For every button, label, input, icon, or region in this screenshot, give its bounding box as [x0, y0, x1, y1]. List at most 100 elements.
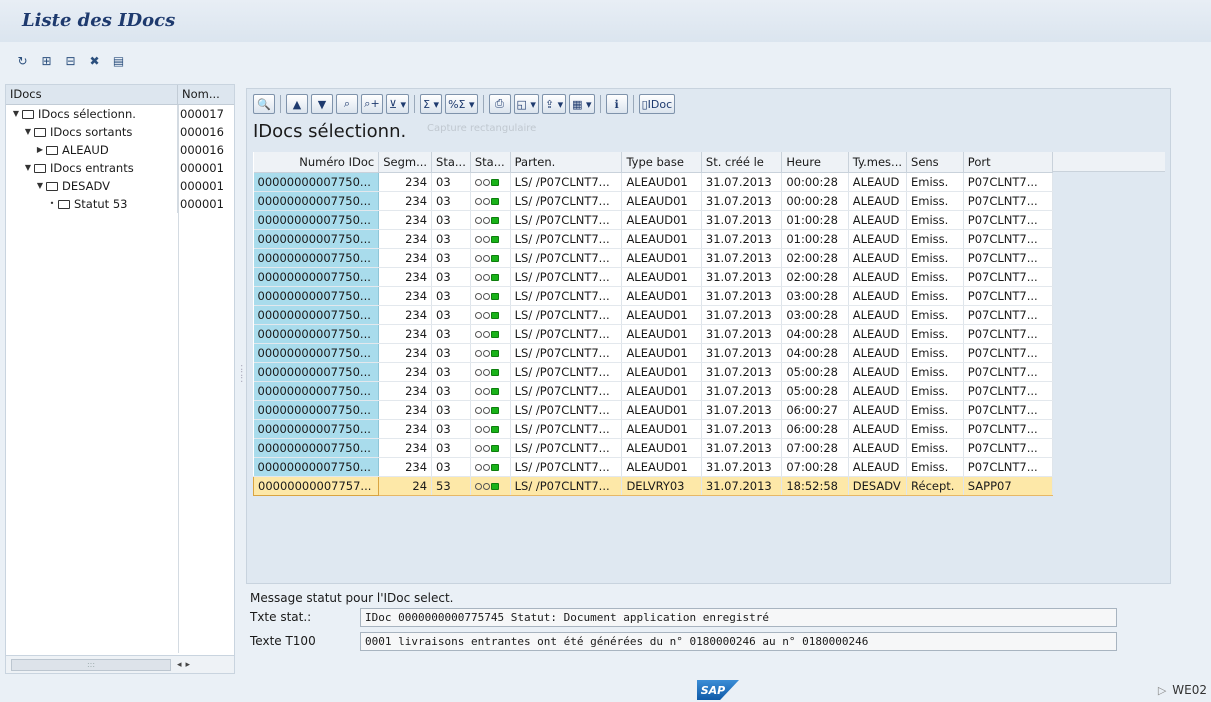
- cell-basic-type[interactable]: ALEAUD01: [621, 248, 702, 268]
- cell-direction[interactable]: Emiss.: [906, 400, 964, 420]
- filter-button[interactable]: ⊻ ▾: [386, 94, 410, 114]
- cell-status[interactable]: 03: [431, 210, 471, 230]
- cell-partner[interactable]: LS/ /P07CLNT7...: [510, 305, 623, 325]
- details-icon[interactable]: ▤: [110, 53, 127, 69]
- cell-status-light[interactable]: [470, 381, 511, 401]
- cell-status[interactable]: 03: [431, 457, 471, 477]
- cell-created-on[interactable]: 31.07.2013: [701, 191, 783, 211]
- cell-created-on[interactable]: 31.07.2013: [701, 267, 783, 287]
- details-button[interactable]: 🔍: [253, 94, 275, 114]
- print-button[interactable]: ⎙: [488, 94, 511, 114]
- cell-time[interactable]: 07:00:28: [781, 457, 849, 477]
- col-segments[interactable]: Segm...: [378, 152, 433, 173]
- caret-down-icon[interactable]: ▼: [34, 177, 46, 195]
- cell-status-light[interactable]: [470, 457, 511, 477]
- panel-splitter[interactable]: :::: [240, 363, 243, 385]
- idoc-button[interactable]: ▯ IDoc: [638, 94, 676, 114]
- cell-status[interactable]: 03: [431, 438, 471, 458]
- caret-down-icon[interactable]: ▼: [22, 123, 34, 141]
- cell-port[interactable]: P07CLNT7...: [963, 324, 1054, 344]
- table-row[interactable]: 00000000007750... 234 03 LS/ /P07CLNT7... AL…: [253, 400, 1054, 420]
- cell-message-type[interactable]: ALEAUD: [848, 305, 908, 325]
- cell-direction[interactable]: Emiss.: [906, 305, 964, 325]
- cell-partner[interactable]: LS/ /P07CLNT7...: [510, 457, 623, 477]
- table-row[interactable]: 00000000007750... 234 03 LS/ /P07CLNT7... AL…: [253, 305, 1054, 325]
- caret-down-icon[interactable]: ▼: [10, 105, 22, 123]
- cell-created-on[interactable]: 31.07.2013: [701, 324, 783, 344]
- cell-idoc-number[interactable]: 00000000007750...: [253, 400, 380, 420]
- table-row[interactable]: 00000000007750... 234 03 LS/ /P07CLNT7... AL…: [253, 438, 1054, 458]
- cell-time[interactable]: 18:52:58: [781, 476, 849, 496]
- cell-time[interactable]: 05:00:28: [781, 381, 849, 401]
- cell-port[interactable]: P07CLNT7...: [963, 267, 1054, 287]
- cell-message-type[interactable]: ALEAUD: [848, 210, 908, 230]
- collapse-all-icon[interactable]: ⊟: [62, 53, 79, 69]
- cell-direction[interactable]: Emiss.: [906, 172, 964, 192]
- cell-time[interactable]: 03:00:28: [781, 305, 849, 325]
- cell-segments[interactable]: 234: [378, 267, 433, 287]
- cell-direction[interactable]: Emiss.: [906, 438, 964, 458]
- cell-created-on[interactable]: 31.07.2013: [701, 210, 783, 230]
- cell-direction[interactable]: Emiss.: [906, 210, 964, 230]
- cell-idoc-number[interactable]: 00000000007757...: [252, 475, 380, 496]
- cell-port[interactable]: P07CLNT7...: [963, 362, 1054, 382]
- col-message-type[interactable]: Ty.mes...: [848, 152, 908, 173]
- cell-message-type[interactable]: ALEAUD: [848, 343, 908, 363]
- cell-basic-type[interactable]: ALEAUD01: [621, 286, 702, 306]
- play-icon[interactable]: ▷: [1158, 684, 1166, 697]
- cell-status-light[interactable]: [470, 362, 511, 382]
- tree-node[interactable]: ▼ DESADV 000001: [6, 177, 234, 195]
- cell-time[interactable]: 06:00:28: [781, 419, 849, 439]
- delete-icon[interactable]: ✖: [86, 53, 103, 69]
- cell-message-type[interactable]: ALEAUD: [848, 286, 908, 306]
- cell-direction[interactable]: Emiss.: [906, 191, 964, 211]
- cell-status[interactable]: 53: [431, 476, 471, 496]
- cell-partner[interactable]: LS/ /P07CLNT7...: [510, 381, 623, 401]
- cell-port[interactable]: P07CLNT7...: [963, 286, 1054, 306]
- cell-status[interactable]: 03: [431, 172, 471, 192]
- cell-status[interactable]: 03: [431, 324, 471, 344]
- cell-segments[interactable]: 234: [378, 172, 433, 192]
- cell-created-on[interactable]: 31.07.2013: [701, 457, 783, 477]
- cell-segments[interactable]: 24: [378, 476, 433, 496]
- cell-basic-type[interactable]: DELVRY03: [621, 476, 702, 496]
- cell-time[interactable]: 04:00:28: [781, 343, 849, 363]
- col-partner[interactable]: Parten.: [510, 152, 623, 173]
- cell-created-on[interactable]: 31.07.2013: [701, 343, 783, 363]
- tree-node[interactable]: ▶ ALEAUD 000016: [6, 141, 234, 159]
- cell-status[interactable]: 03: [431, 400, 471, 420]
- cell-status-light[interactable]: [470, 191, 511, 211]
- cell-partner[interactable]: LS/ /P07CLNT7...: [510, 419, 623, 439]
- cell-status-light[interactable]: [470, 267, 511, 287]
- cell-idoc-number[interactable]: 00000000007750...: [253, 324, 380, 344]
- views-button[interactable]: ◱ ▾: [513, 94, 539, 114]
- cell-idoc-number[interactable]: 00000000007750...: [253, 343, 380, 363]
- cell-time[interactable]: 01:00:28: [781, 229, 849, 249]
- cell-status[interactable]: 03: [431, 381, 471, 401]
- cell-partner[interactable]: LS/ /P07CLNT7...: [510, 191, 623, 211]
- cell-segments[interactable]: 234: [378, 324, 433, 344]
- scroll-arrows-icon[interactable]: ◂▸: [177, 660, 194, 670]
- cell-segments[interactable]: 234: [378, 286, 433, 306]
- cell-partner[interactable]: LS/ /P07CLNT7...: [510, 267, 623, 287]
- leaf-bullet-icon[interactable]: •: [46, 195, 58, 213]
- status-text-field[interactable]: IDoc 0000000000775745 Statut: Document a…: [360, 607, 1117, 627]
- cell-status[interactable]: 03: [431, 229, 471, 249]
- cell-created-on[interactable]: 31.07.2013: [701, 172, 783, 192]
- cell-time[interactable]: 01:00:28: [781, 210, 849, 230]
- cell-port[interactable]: P07CLNT7...: [963, 419, 1054, 439]
- cell-status-light[interactable]: [470, 248, 511, 268]
- table-row[interactable]: 00000000007750... 234 03 LS/ /P07CLNT7... AL…: [253, 210, 1054, 230]
- col-status-light[interactable]: Sta...: [470, 152, 511, 173]
- cell-port[interactable]: P07CLNT7...: [963, 343, 1054, 363]
- table-row[interactable]: 00000000007750... 234 03 LS/ /P07CLNT7... AL…: [253, 362, 1054, 382]
- cell-direction[interactable]: Emiss.: [906, 343, 964, 363]
- cell-basic-type[interactable]: ALEAUD01: [621, 419, 702, 439]
- cell-message-type[interactable]: ALEAUD: [848, 191, 908, 211]
- cell-created-on[interactable]: 31.07.2013: [701, 419, 783, 439]
- cell-time[interactable]: 02:00:28: [781, 267, 849, 287]
- table-row[interactable]: 00000000007750... 234 03 LS/ /P07CLNT7... AL…: [253, 248, 1054, 268]
- cell-idoc-number[interactable]: 00000000007750...: [253, 172, 380, 192]
- cell-status-light[interactable]: [470, 229, 511, 249]
- cell-port[interactable]: P07CLNT7...: [963, 229, 1054, 249]
